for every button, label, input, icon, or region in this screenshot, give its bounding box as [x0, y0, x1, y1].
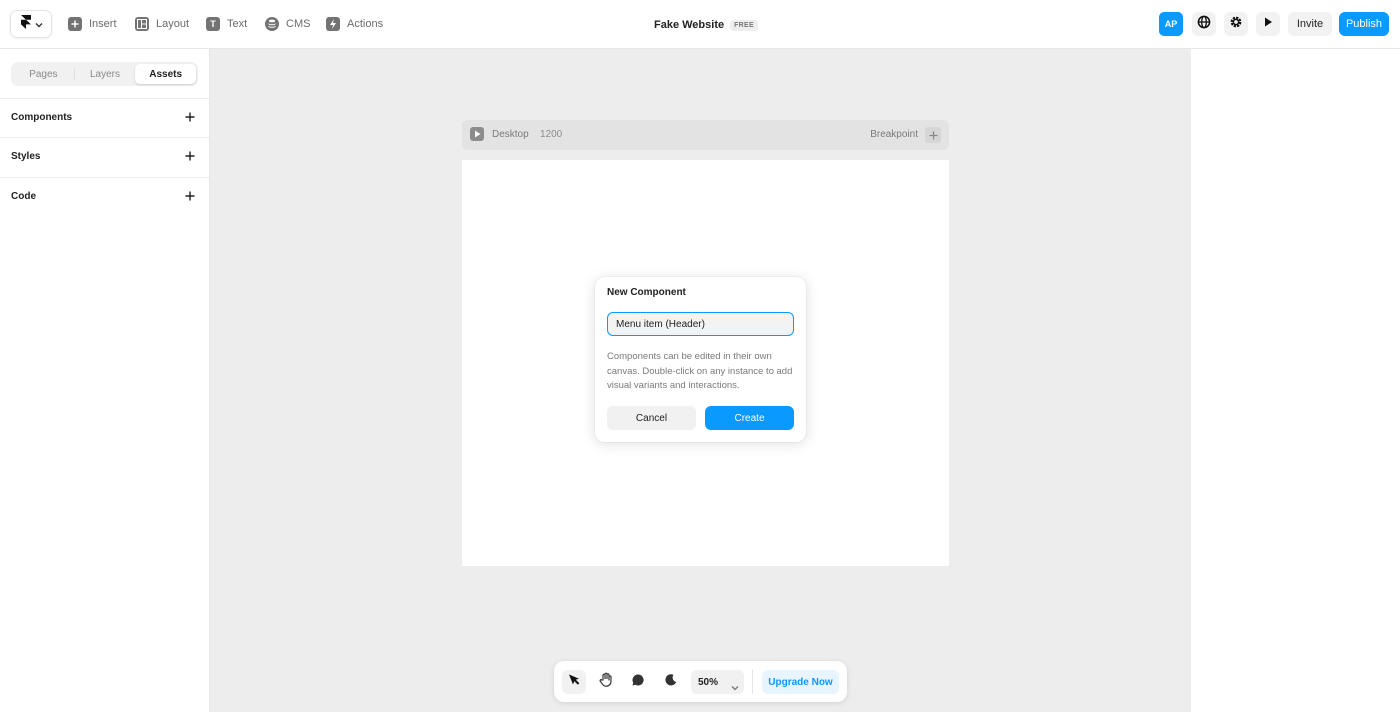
tab-layers[interactable]: Layers [75, 64, 136, 84]
layout-icon [135, 17, 149, 31]
preview-frame-icon[interactable] [470, 127, 484, 141]
left-sidebar: Pages Layers Assets Components Styles Co… [0, 49, 210, 712]
top-toolbar: Insert Layout T Text CMS Actions Fake We… [0, 0, 1400, 49]
bottom-toolbar: 50% Upgrade Now [554, 661, 847, 702]
breakpoint-label: Breakpoint [870, 129, 918, 140]
database-icon [265, 17, 279, 31]
properties-panel [1191, 49, 1400, 712]
comment-icon [631, 673, 645, 692]
hand-icon [599, 672, 613, 692]
frame-header[interactable]: Desktop 1200 Breakpoint [462, 120, 949, 150]
add-breakpoint-icon[interactable] [925, 127, 941, 143]
frame-name: Desktop [492, 129, 529, 140]
cancel-button[interactable]: Cancel [607, 406, 696, 430]
new-component-dialog: New Component Components can be edited i… [595, 277, 806, 442]
tab-assets[interactable]: Assets [135, 64, 197, 84]
plan-badge: FREE [730, 19, 758, 31]
cms-label: CMS [286, 18, 311, 30]
settings-button[interactable] [1224, 12, 1248, 36]
zoom-select[interactable]: 50% [691, 670, 744, 694]
cms-button[interactable]: CMS [265, 15, 310, 33]
section-label: Components [11, 112, 73, 123]
framer-logo-menu-button[interactable] [11, 11, 51, 37]
dialog-description: Components can be edited in their own ca… [607, 351, 793, 391]
project-title-area[interactable]: Fake Website FREE [654, 17, 758, 33]
section-code[interactable]: Code [0, 177, 209, 216]
section-label: Code [11, 191, 36, 202]
actions-button[interactable]: Actions [326, 15, 383, 33]
invite-button[interactable]: Invite [1288, 12, 1332, 36]
select-tool-button[interactable] [562, 670, 586, 694]
insert-button[interactable]: Insert [68, 15, 117, 33]
chevron-down-icon [35, 15, 43, 33]
layout-button[interactable]: Layout [135, 15, 189, 33]
component-name-input[interactable] [607, 312, 794, 336]
create-button[interactable]: Create [705, 406, 794, 430]
globe-icon [1197, 15, 1211, 34]
preview-button[interactable] [1256, 12, 1280, 36]
toolbar-divider [752, 670, 753, 694]
text-label: Text [227, 18, 248, 30]
actions-label: Actions [347, 18, 384, 30]
moon-icon [664, 673, 678, 692]
bolt-icon [326, 17, 340, 31]
dialog-title: New Component [607, 287, 686, 298]
text-button[interactable]: T Text [206, 15, 247, 33]
project-title: Fake Website [654, 19, 725, 31]
plus-icon[interactable] [183, 189, 197, 203]
publish-button[interactable]: Publish [1339, 12, 1389, 36]
play-icon [1262, 15, 1274, 33]
text-icon: T [206, 17, 220, 31]
tab-pages[interactable]: Pages [13, 64, 74, 84]
layout-label: Layout [156, 18, 190, 30]
hand-tool-button[interactable] [594, 670, 618, 694]
insert-label: Insert [89, 18, 117, 30]
plus-icon[interactable] [183, 110, 197, 124]
cursor-icon [567, 673, 581, 692]
user-avatar[interactable]: AP [1159, 12, 1183, 36]
comment-tool-button[interactable] [626, 670, 650, 694]
gear-icon [1229, 15, 1243, 34]
plus-icon[interactable] [183, 149, 197, 163]
upgrade-button[interactable]: Upgrade Now [762, 670, 839, 694]
section-components[interactable]: Components [0, 98, 209, 137]
plus-square-icon [68, 17, 82, 31]
chevron-down-icon [731, 678, 739, 696]
framer-logo-icon [20, 14, 32, 34]
site-settings-button[interactable] [1192, 12, 1216, 36]
section-styles[interactable]: Styles [0, 137, 209, 176]
section-label: Styles [11, 151, 41, 162]
frame-width: 1200 [540, 129, 563, 140]
zoom-value: 50% [698, 677, 719, 688]
sidebar-tabs: Pages Layers Assets [11, 62, 198, 86]
dark-mode-button[interactable] [659, 670, 683, 694]
